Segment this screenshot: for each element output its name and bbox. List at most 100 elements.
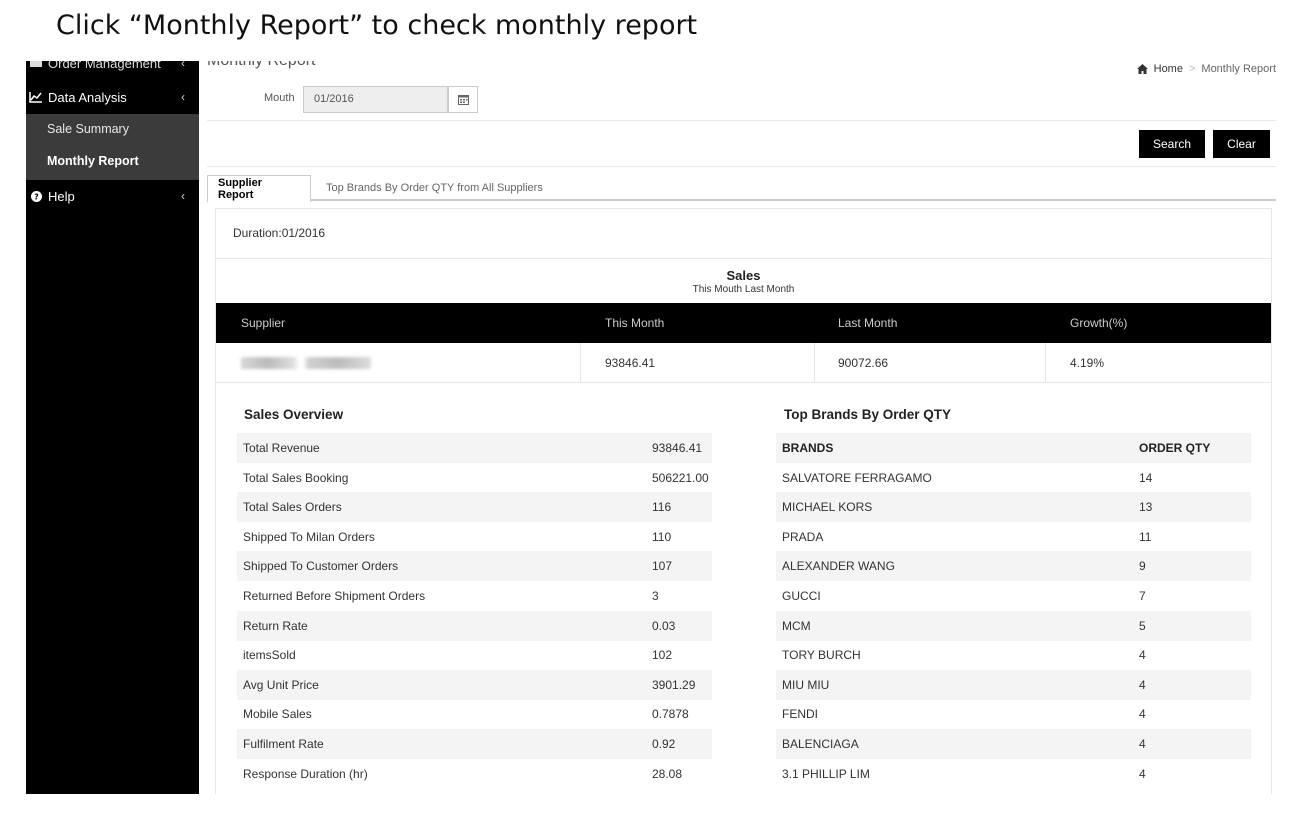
sidebar-item-label: Help <box>48 188 75 204</box>
metric-value: 0.7878 <box>652 707 689 722</box>
brand-name: FENDI <box>782 707 818 722</box>
brand-name: TORY BURCH <box>782 648 861 663</box>
list-icon <box>26 61 46 68</box>
column-header-this-month: This Month <box>605 316 665 330</box>
metric-value: 102 <box>652 648 673 663</box>
table-row: Fulfilment Rate 0.92 <box>237 729 712 759</box>
breadcrumb-home-link[interactable]: Home <box>1154 63 1183 75</box>
order-qty-value: 4 <box>1139 766 1146 781</box>
metric-label: Avg Unit Price <box>243 677 319 692</box>
metric-value: 110 <box>652 529 672 544</box>
sidebar-item-monthly-report[interactable]: Monthly Report <box>47 154 139 168</box>
table-row: BALENCIAGA 4 <box>776 729 1251 759</box>
month-field[interactable]: 01/2016 <box>303 86 448 113</box>
table-row: GUCCI 7 <box>776 581 1251 611</box>
order-qty-value: 13 <box>1139 500 1153 515</box>
breadcrumb: Home > Monthly Report <box>1136 63 1276 75</box>
search-button[interactable]: Search <box>1139 130 1205 158</box>
report-panel: Duration:01/2016 Sales This Mouth Last M… <box>215 208 1272 794</box>
page-title: Monthly Report <box>207 61 316 70</box>
column-header-brands: BRANDS <box>782 441 834 455</box>
metric-value: 3 <box>652 589 659 603</box>
column-header-supplier: Supplier <box>241 316 286 330</box>
metric-label: Total Sales Orders <box>243 500 342 515</box>
order-qty-value: 4 <box>1139 737 1146 751</box>
metric-label: Fulfilment Rate <box>243 737 324 751</box>
table-row: Returned Before Shipment Orders 3 <box>237 581 712 611</box>
brand-name: GUCCI <box>782 589 821 603</box>
brand-name: MICHAEL KORS <box>782 500 873 515</box>
calendar-icon <box>457 95 469 105</box>
breadcrumb-current: Monthly Report <box>1201 63 1276 75</box>
svg-text:?: ? <box>34 192 39 201</box>
metric-label: Total Sales Booking <box>243 470 349 485</box>
order-qty-value: 14 <box>1139 470 1153 485</box>
metric-value: 28.08 <box>652 766 683 781</box>
table-header-row: BRANDS ORDER QTY <box>776 433 1251 463</box>
table-row: 93846.41 90072.66 4.19% <box>216 343 1271 383</box>
chevron-left-icon: ‹ <box>181 61 185 70</box>
sidebar-item-data-analysis[interactable]: Data Analysis ‹ <box>26 85 199 109</box>
order-qty-value: 5 <box>1139 618 1146 633</box>
order-qty-value: 4 <box>1139 677 1146 692</box>
sidebar-item-help[interactable]: ? Help ‹ <box>26 185 199 207</box>
sidebar-item-order-management[interactable]: Order Management ‹ <box>26 61 199 73</box>
order-qty-value: 4 <box>1139 648 1146 663</box>
sidebar-item-sale-summary[interactable]: Sale Summary <box>47 122 129 136</box>
metric-label: Mobile Sales <box>243 707 312 722</box>
supplier-name-redacted <box>241 343 371 383</box>
table-row: Total Revenue 93846.41 <box>237 433 712 463</box>
table-row: MICHAEL KORS 13 <box>776 492 1251 523</box>
brand-name: 3.1 PHILLIP LIM <box>782 766 870 781</box>
sidebar-item-label: Order Management <box>48 61 161 71</box>
table-row: Shipped To Customer Orders 107 <box>237 551 712 582</box>
table-row: Total Sales Booking 506221.00 <box>237 463 712 493</box>
metric-value: 0.03 <box>652 618 676 633</box>
brand-name: PRADA <box>782 529 824 544</box>
supplier-table-header: Supplier This Month Last Month Growth(%) <box>216 303 1271 343</box>
brand-name: BALENCIAGA <box>782 737 859 751</box>
sidebar-item-label: Data Analysis <box>48 89 127 105</box>
duration-text: Duration:01/2016 <box>233 226 326 240</box>
column-header-last-month: Last Month <box>838 316 898 330</box>
metric-label: Return Rate <box>243 618 308 633</box>
metric-label: Shipped To Milan Orders <box>243 529 375 544</box>
table-row: Response Duration (hr) 28.08 <box>237 759 712 789</box>
table-row: MIU MIU 4 <box>776 669 1251 700</box>
metric-value: 93846.41 <box>652 441 703 455</box>
divider <box>216 258 1271 259</box>
home-icon <box>1136 64 1148 74</box>
tab-supplier-report[interactable]: Supplier Report <box>207 175 311 203</box>
filter-row: Mouth 01/2016 <box>207 78 1276 121</box>
order-qty-value: 4 <box>1139 707 1146 722</box>
divider <box>580 343 581 383</box>
table-row: MCM 5 <box>776 610 1251 641</box>
table-row: Avg Unit Price 3901.29 <box>237 669 712 700</box>
report-tabs: Supplier Report Top Brands By Order QTY … <box>207 175 1276 203</box>
data-analysis-submenu: Sale Summary Monthly Report <box>26 114 199 180</box>
sales-title: Sales <box>726 268 761 283</box>
table-row: itemsSold 102 <box>237 640 712 670</box>
app-window: Order Management ‹ Data Analysis ‹ Sale … <box>26 61 1276 794</box>
order-qty-value: 7 <box>1139 589 1146 603</box>
chevron-left-icon: ‹ <box>181 189 185 203</box>
table-row: TORY BURCH 4 <box>776 640 1251 670</box>
metric-value: 3901.29 <box>652 677 696 692</box>
metric-label: Total Revenue <box>243 441 320 455</box>
clear-button[interactable]: Clear <box>1213 130 1270 158</box>
sales-subtitle: This Mouth Last Month <box>692 284 795 295</box>
metric-label: Shipped To Customer Orders <box>243 559 399 574</box>
top-brands-title: Top Brands By Order QTY <box>784 407 952 422</box>
last-month-value: 90072.66 <box>838 356 889 370</box>
tab-top-brands[interactable]: Top Brands By Order QTY from All Supplie… <box>316 175 553 201</box>
order-qty-value: 11 <box>1139 529 1152 544</box>
table-row: Total Sales Orders 116 <box>237 492 712 523</box>
action-row: Search Clear <box>207 122 1276 167</box>
metric-label: itemsSold <box>243 648 296 663</box>
brand-name: ALEXANDER WANG <box>782 559 895 574</box>
metric-value: 107 <box>652 559 673 574</box>
divider <box>814 343 815 383</box>
calendar-button[interactable] <box>448 86 478 113</box>
metric-value: 506221.00 <box>652 470 709 485</box>
main-content: Monthly Report Home > Monthly Report Mou… <box>207 61 1276 794</box>
